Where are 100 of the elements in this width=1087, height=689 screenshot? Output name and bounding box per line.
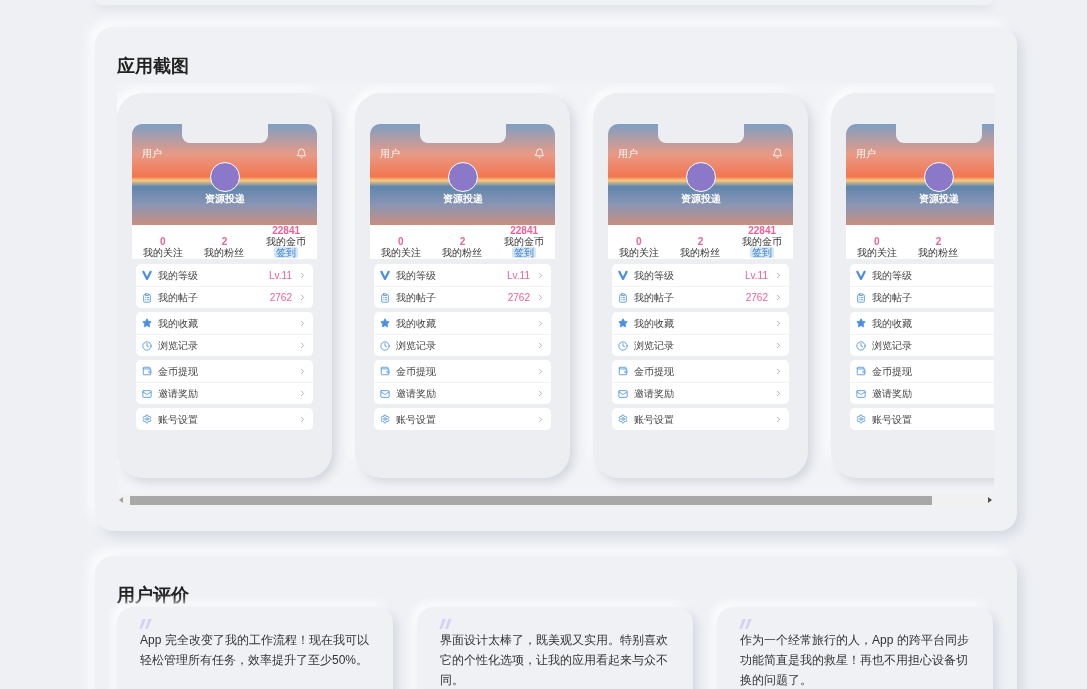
menu-label: 金币提现	[396, 364, 437, 379]
menu-label: 我的等级	[396, 268, 437, 283]
header-title: 用户	[618, 146, 638, 161]
menu-value: Lv.11	[507, 268, 530, 283]
review-text: 界面设计太棒了，既美观又实用。特别喜欢它的个性化选项，让我的应用看起来与众不同。	[440, 632, 669, 689]
chevron-right-icon	[536, 341, 545, 350]
menu-row[interactable]: 我的帖子 2762	[136, 286, 313, 308]
stat-value: 22841	[272, 225, 301, 236]
menu-label: 浏览记录	[396, 339, 437, 353]
menu-label: 邀请奖励	[872, 387, 913, 401]
bell-icon[interactable]	[534, 147, 545, 159]
menu-row[interactable]: 我的收藏	[374, 312, 551, 334]
menu-row[interactable]: 我的收藏	[612, 312, 789, 334]
wallet-icon	[142, 366, 152, 376]
chevron-right-icon	[298, 366, 307, 376]
stat-label: 我的关注	[142, 247, 183, 258]
menu-row[interactable]: 金币提现	[136, 360, 313, 382]
menu-label: 浏览记录	[634, 339, 675, 353]
menu-value: Lv.11	[745, 268, 768, 283]
menu-label: 账号设置	[396, 412, 437, 427]
menu-label: 账号设置	[634, 412, 675, 427]
header-title: 用户	[142, 146, 162, 161]
stat-value: 22841	[748, 225, 777, 236]
chevron-right-icon	[298, 293, 307, 302]
menu-row[interactable]: 浏览记录	[136, 334, 313, 356]
menu-row[interactable]: 我的等级 Lv.11	[136, 264, 313, 286]
menu-row[interactable]: 邀请奖励	[850, 382, 994, 404]
chevron-right-icon	[536, 366, 545, 376]
menu-label: 我的帖子	[396, 291, 437, 305]
scrollbar-thumb[interactable]	[130, 495, 932, 505]
horizontal-scrollbar[interactable]	[117, 494, 994, 506]
menu-value: Lv.11	[269, 268, 292, 283]
bell-icon[interactable]	[772, 147, 783, 159]
menu-label: 金币提现	[872, 364, 913, 379]
scroll-right-icon[interactable]	[988, 497, 992, 503]
menu-row[interactable]: 邀请奖励	[612, 382, 789, 404]
menu-row[interactable]: 我的收藏	[136, 312, 313, 334]
bell-icon[interactable]	[296, 147, 307, 159]
quote-icon	[439, 619, 453, 629]
menu-row[interactable]: 我的帖子 2762	[374, 286, 551, 308]
stat-label: 我的粉丝	[680, 247, 721, 258]
review-text: 作为一个经常旅行的人，App 的跨平台同步功能简直是我的救星！再也不用担心设备切换的问题了。	[740, 632, 970, 689]
menu-row[interactable]: 邀请奖励	[374, 382, 551, 404]
star-icon	[856, 318, 866, 328]
checkin-badge[interactable]: 签到	[750, 247, 775, 258]
star-icon	[618, 318, 628, 328]
checkin-badge[interactable]: 签到	[274, 247, 299, 258]
menu-row[interactable]: 账号设置	[612, 408, 789, 430]
chevron-right-icon	[774, 414, 783, 424]
menu-label: 浏览记录	[872, 339, 913, 353]
wallet-icon	[618, 366, 628, 376]
menu-row[interactable]: 我的帖子 2762	[612, 286, 789, 308]
stat-value: 0	[874, 236, 880, 247]
menu-row[interactable]: 我的帖子	[850, 286, 994, 308]
menu-row[interactable]: 金币提现	[850, 360, 994, 382]
scroll-left-icon[interactable]	[119, 497, 123, 503]
stat-label: 我的关注	[856, 247, 897, 258]
stat-label: 我的关注	[618, 247, 659, 258]
chevron-right-icon	[536, 318, 545, 328]
chevron-right-icon	[298, 414, 307, 424]
chevron-right-icon	[536, 389, 545, 398]
menu-row[interactable]: 邀请奖励	[136, 382, 313, 404]
menu-row[interactable]: 账号设置	[374, 408, 551, 430]
menu-label: 我的收藏	[872, 316, 913, 331]
stat-label: 我的粉丝	[442, 247, 483, 258]
menu-row[interactable]: 浏览记录	[850, 334, 994, 356]
menu-row[interactable]: 我的收藏	[850, 312, 994, 334]
menu-row[interactable]: 金币提现	[374, 360, 551, 382]
menu-row[interactable]: 浏览记录	[612, 334, 789, 356]
clock-icon	[142, 340, 152, 351]
clock-icon	[380, 340, 390, 351]
checkin-badge[interactable]: 签到	[512, 247, 537, 258]
chevron-right-icon	[298, 270, 307, 280]
review-text: App 完全改变了我的工作流程！现在我可以轻松管理所有任务，效率提升了至少50%。	[140, 632, 370, 669]
menu-label: 账号设置	[872, 412, 913, 427]
chevron-right-icon	[774, 366, 783, 376]
star-icon	[380, 318, 390, 328]
menu-label: 我的等级	[634, 268, 675, 283]
menu-row[interactable]: 账号设置	[136, 408, 313, 430]
menu-label: 浏览记录	[158, 339, 199, 353]
quote-icon	[139, 619, 153, 629]
stat-value: 0	[636, 236, 642, 247]
clipboard-icon	[142, 292, 152, 303]
menu-row[interactable]: 我的等级 Lv.11	[612, 264, 789, 286]
menu-row[interactable]: 我的等级 Lv.11	[374, 264, 551, 286]
clipboard-icon	[380, 292, 390, 303]
menu-value: 2762	[745, 291, 768, 305]
menu-row[interactable]: 浏览记录	[374, 334, 551, 356]
chevron-right-icon	[536, 270, 545, 280]
menu-row[interactable]: 我的等级	[850, 264, 994, 286]
menu-row[interactable]: 金币提现	[612, 360, 789, 382]
clock-icon	[856, 340, 866, 351]
menu-row[interactable]: 账号设置	[850, 408, 994, 430]
wallet-icon	[380, 366, 390, 376]
chevron-right-icon	[774, 389, 783, 398]
chevron-right-icon	[298, 341, 307, 350]
v-letter-icon	[856, 270, 866, 280]
wallet-icon	[856, 366, 866, 376]
menu-label: 我的收藏	[158, 316, 199, 331]
section-title: 用户评价	[117, 584, 190, 607]
